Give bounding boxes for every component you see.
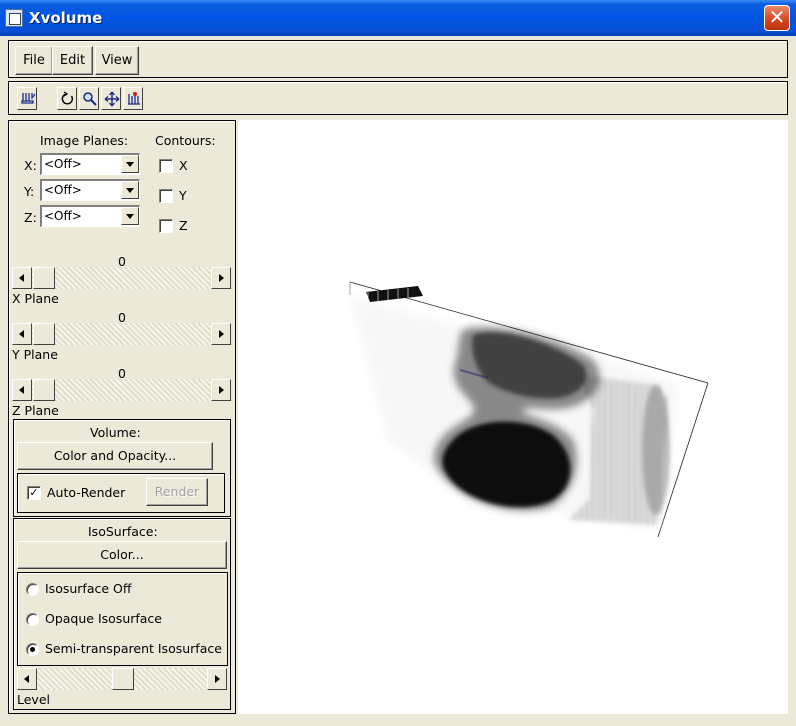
menu-edit[interactable]: Edit [52, 46, 93, 75]
volume-group: Volume: Color and Opacity... ✓ Auto-Rend… [13, 419, 231, 517]
semi-transparent-isosurface-radio[interactable] [26, 643, 39, 656]
y-plane-select[interactable]: <Off> [40, 179, 140, 201]
y-plane-select-value: <Off> [44, 183, 82, 197]
axis-marker [366, 286, 423, 302]
app-icon [5, 9, 23, 27]
chevron-down-icon[interactable] [121, 181, 139, 199]
x-plane-combo-label: X: [24, 158, 37, 173]
render-button[interactable]: Render [146, 478, 208, 506]
probe-button[interactable] [17, 87, 37, 110]
z-plane-select[interactable]: <Off> [40, 205, 140, 227]
auto-render-label: Auto-Render [47, 485, 126, 500]
volume-heading: Volume: [90, 425, 141, 440]
chevron-down-icon[interactable] [121, 155, 139, 173]
z-plane-select-value: <Off> [44, 209, 82, 223]
menu-bar: File Edit View [8, 40, 788, 78]
y-plane-label: Y Plane [12, 347, 58, 362]
scroll-left-icon[interactable] [12, 323, 32, 345]
semi-transparent-isosurface-label: Semi-transparent Isosurface [45, 641, 222, 656]
contour-x-checkbox[interactable] [159, 159, 173, 173]
x-plane-label: X Plane [12, 291, 59, 306]
z-plane-slider-thumb[interactable] [33, 379, 55, 401]
rotate-button[interactable] [57, 87, 77, 110]
chevron-down-icon[interactable] [121, 207, 139, 225]
isosurface-group: IsoSurface: Color... Isosurface Off Opaq… [13, 518, 231, 710]
auto-render-checkbox[interactable]: ✓ [27, 486, 41, 500]
level-slider-thumb[interactable] [112, 668, 134, 690]
scroll-right-icon[interactable] [211, 379, 231, 401]
isosurface-off-radio[interactable] [26, 583, 39, 596]
window-title: Xvolume [29, 9, 103, 27]
render-group: ✓ Auto-Render Render [17, 473, 225, 513]
scroll-left-icon[interactable] [12, 267, 32, 289]
x-plane-slider[interactable] [12, 267, 231, 289]
scroll-right-icon[interactable] [207, 668, 227, 690]
close-icon: ✕ [768, 5, 786, 29]
opaque-isosurface-radio[interactable] [26, 613, 39, 626]
zoom-button[interactable] [79, 87, 99, 110]
render-viewport[interactable] [238, 120, 788, 714]
contour-y-checkbox[interactable] [159, 189, 173, 203]
scroll-right-icon[interactable] [211, 323, 231, 345]
control-panel: Image Planes: Contours: X: <Off> Y: <Off… [8, 120, 236, 714]
toolbar [8, 81, 788, 115]
y-plane-combo-label: Y: [24, 184, 35, 199]
menu-view[interactable]: View [95, 46, 139, 75]
isosurface-mode-group: Isosurface Off Opaque Isosurface Semi-tr… [17, 572, 228, 666]
image-planes-heading: Image Planes: [40, 133, 129, 148]
opaque-isosurface-label: Opaque Isosurface [45, 611, 162, 626]
volume-rendering [349, 281, 709, 538]
isosurface-heading: IsoSurface: [88, 524, 158, 539]
pick-icon [128, 92, 140, 105]
y-plane-slider[interactable] [12, 323, 231, 345]
rotate-icon [61, 91, 74, 105]
scroll-left-icon[interactable] [12, 379, 32, 401]
color-opacity-button[interactable]: Color and Opacity... [17, 442, 213, 470]
title-bar: Xvolume ✕ [0, 0, 796, 36]
contours-heading: Contours: [155, 133, 216, 148]
close-button[interactable]: ✕ [764, 5, 790, 31]
menu-file[interactable]: File [15, 46, 53, 75]
y-plane-slider-thumb[interactable] [33, 323, 55, 345]
contour-y-label: Y [179, 188, 187, 203]
x-plane-select-value: <Off> [44, 157, 82, 171]
level-label: Level [17, 692, 50, 707]
probe-icon [21, 93, 36, 104]
isosurface-color-button[interactable]: Color... [17, 541, 227, 569]
z-plane-combo-label: Z: [24, 210, 37, 225]
pan-button[interactable] [101, 87, 121, 110]
pick-button[interactable] [123, 87, 143, 110]
isosurface-level-slider[interactable] [17, 668, 227, 690]
zoom-icon [83, 92, 97, 106]
z-plane-slider[interactable] [12, 379, 231, 401]
x-plane-slider-thumb[interactable] [33, 267, 55, 289]
contour-x-label: X [179, 158, 188, 173]
x-plane-select[interactable]: <Off> [40, 153, 140, 175]
scroll-right-icon[interactable] [211, 267, 231, 289]
contour-z-label: Z [179, 218, 188, 233]
pan-icon [104, 91, 120, 107]
z-plane-label: Z Plane [12, 403, 59, 418]
isosurface-off-label: Isosurface Off [45, 581, 132, 596]
scroll-left-icon[interactable] [17, 668, 37, 690]
contour-z-checkbox[interactable] [159, 219, 173, 233]
